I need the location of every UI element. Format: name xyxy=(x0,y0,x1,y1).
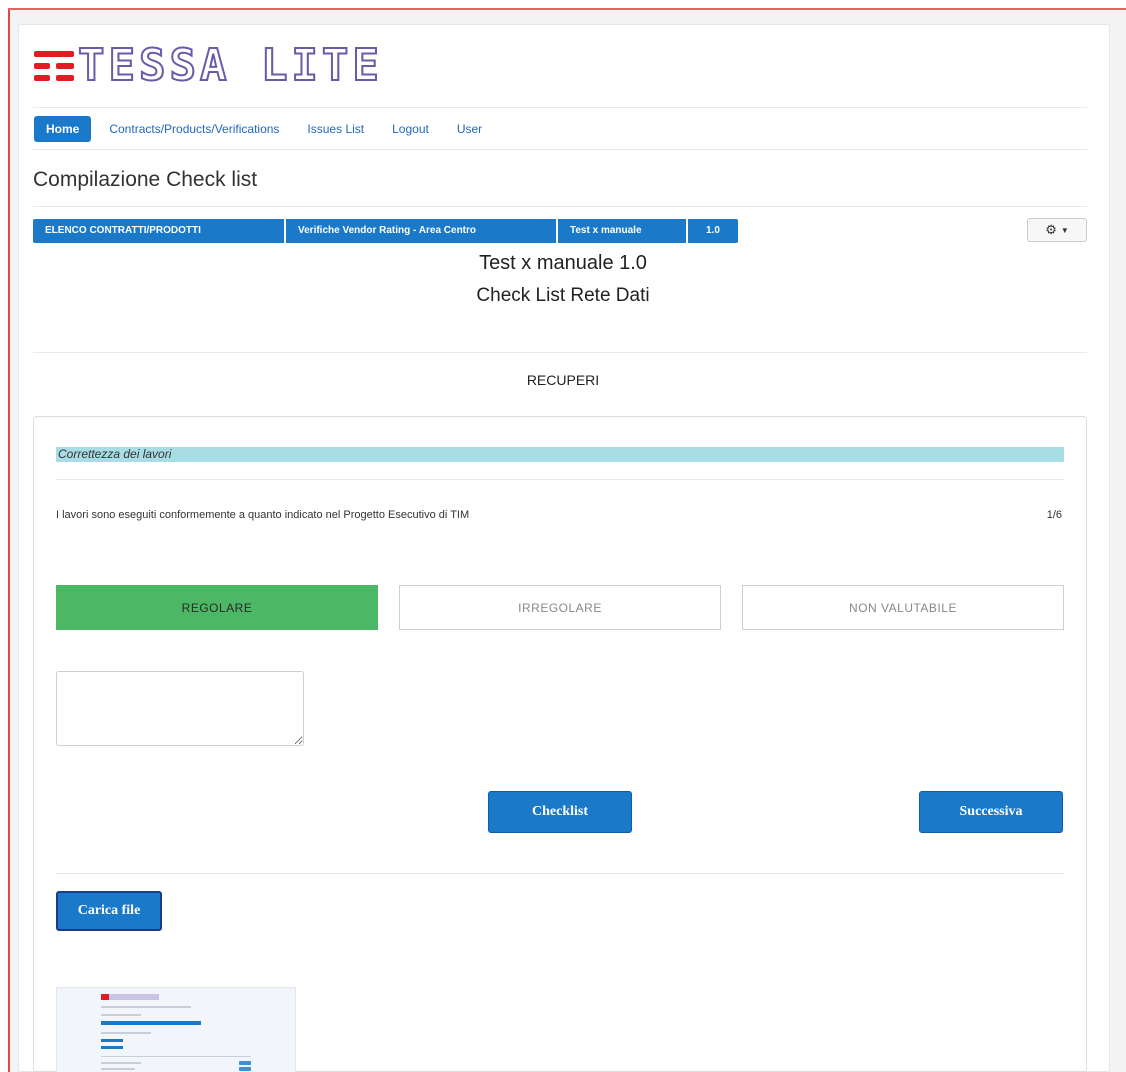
option-non-valutabile-button[interactable]: NON VALUTABILE xyxy=(742,585,1064,630)
thumbnail-line xyxy=(101,1032,151,1034)
divider xyxy=(33,352,1087,353)
divider xyxy=(33,149,1087,150)
divider xyxy=(33,206,1087,207)
upload-file-button[interactable]: Carica file xyxy=(56,891,162,931)
thumbnail-title xyxy=(101,1014,141,1016)
breadcrumb-version[interactable]: 1.0 xyxy=(688,219,738,243)
thumbnail-row-button xyxy=(239,1061,251,1065)
question-text: I lavori sono eseguiti conformemente a q… xyxy=(56,509,470,521)
chevron-down-icon: ▼ xyxy=(1060,225,1069,235)
page-title: Compilazione Check list xyxy=(33,168,258,191)
notes-textarea[interactable] xyxy=(56,671,304,746)
thumbnail-row xyxy=(101,1062,141,1064)
divider xyxy=(56,479,1064,480)
question-counter: 1/6 xyxy=(1046,509,1062,521)
checklist-button[interactable]: Checklist xyxy=(488,791,632,833)
breadcrumb-vendor-rating[interactable]: Verifiche Vendor Rating - Area Centro xyxy=(286,219,558,243)
thumbnail-logo-mark xyxy=(101,994,109,1000)
nav-issues-list[interactable]: Issues List xyxy=(293,116,378,142)
main-nav: Home Contracts/Products/Verifications Is… xyxy=(34,116,496,142)
section-title: RECUPERI xyxy=(526,372,600,388)
option-regolare-button[interactable]: REGOLARE xyxy=(56,585,378,630)
thumbnail-button xyxy=(101,1046,123,1049)
breadcrumb-contracts[interactable]: ELENCO CONTRATTI/PRODOTTI xyxy=(33,219,286,243)
nav-contracts[interactable]: Contracts/Products/Verifications xyxy=(95,116,293,142)
thumbnail-breadcrumb xyxy=(101,1021,201,1025)
nav-logout[interactable]: Logout xyxy=(378,116,443,142)
nav-home[interactable]: Home xyxy=(34,116,92,142)
logo-wordmark: TESSA LITE xyxy=(77,40,383,91)
thumbnail-row xyxy=(101,1068,135,1070)
thumbnail-table-header xyxy=(101,1056,251,1057)
breadcrumb-test[interactable]: Test x manuale xyxy=(558,219,688,243)
breadcrumb: ELENCO CONTRATTI/PRODOTTI Verifiche Vend… xyxy=(33,219,738,243)
thumbnail-button xyxy=(101,1039,123,1042)
checklist-title: Test x manuale 1.0 xyxy=(479,252,647,274)
tim-stripes-icon xyxy=(34,47,74,85)
attachment-thumbnail[interactable] xyxy=(56,987,296,1072)
divider xyxy=(56,873,1064,874)
thumbnail-row-button xyxy=(239,1067,251,1071)
question-group-label: Correttezza dei lavori xyxy=(56,447,1064,462)
next-button[interactable]: Successiva xyxy=(919,791,1063,833)
question-panel: Correttezza dei lavori I lavori sono ese… xyxy=(33,416,1087,1072)
thumbnail-nav xyxy=(101,1006,191,1008)
nav-user[interactable]: User xyxy=(443,116,496,142)
thumbnail-logo xyxy=(101,994,159,1000)
gear-icon: ⚙ xyxy=(1045,222,1057,237)
option-irregolare-button[interactable]: IRREGOLARE xyxy=(399,585,721,630)
checklist-subtitle: Check List Rete Dati xyxy=(476,285,650,306)
divider xyxy=(33,107,1087,108)
app-logo: TESSA LITE xyxy=(34,40,383,91)
settings-dropdown-button[interactable]: ⚙ ▼ xyxy=(1027,218,1087,242)
